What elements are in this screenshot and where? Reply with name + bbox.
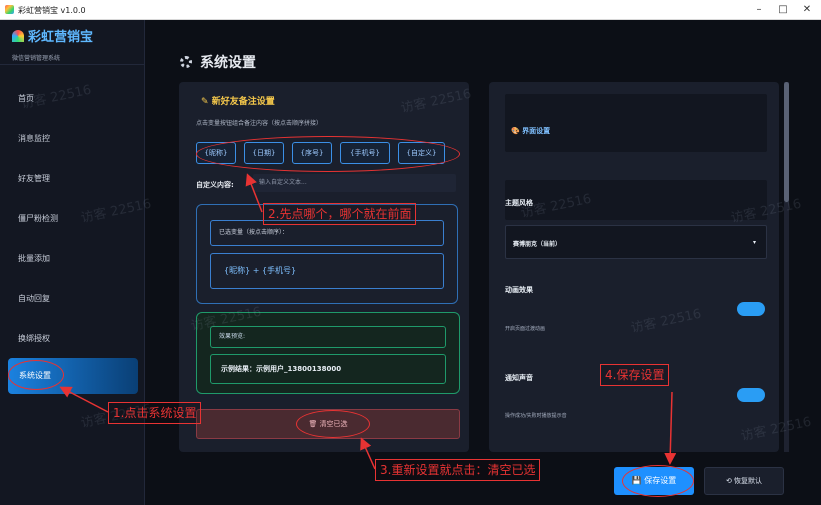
arrow-2 [245, 173, 263, 213]
arrow-3 [360, 437, 376, 470]
arrow-4 [664, 391, 677, 465]
arrow-1 [59, 386, 109, 413]
annotation-arrows [59, 173, 677, 470]
